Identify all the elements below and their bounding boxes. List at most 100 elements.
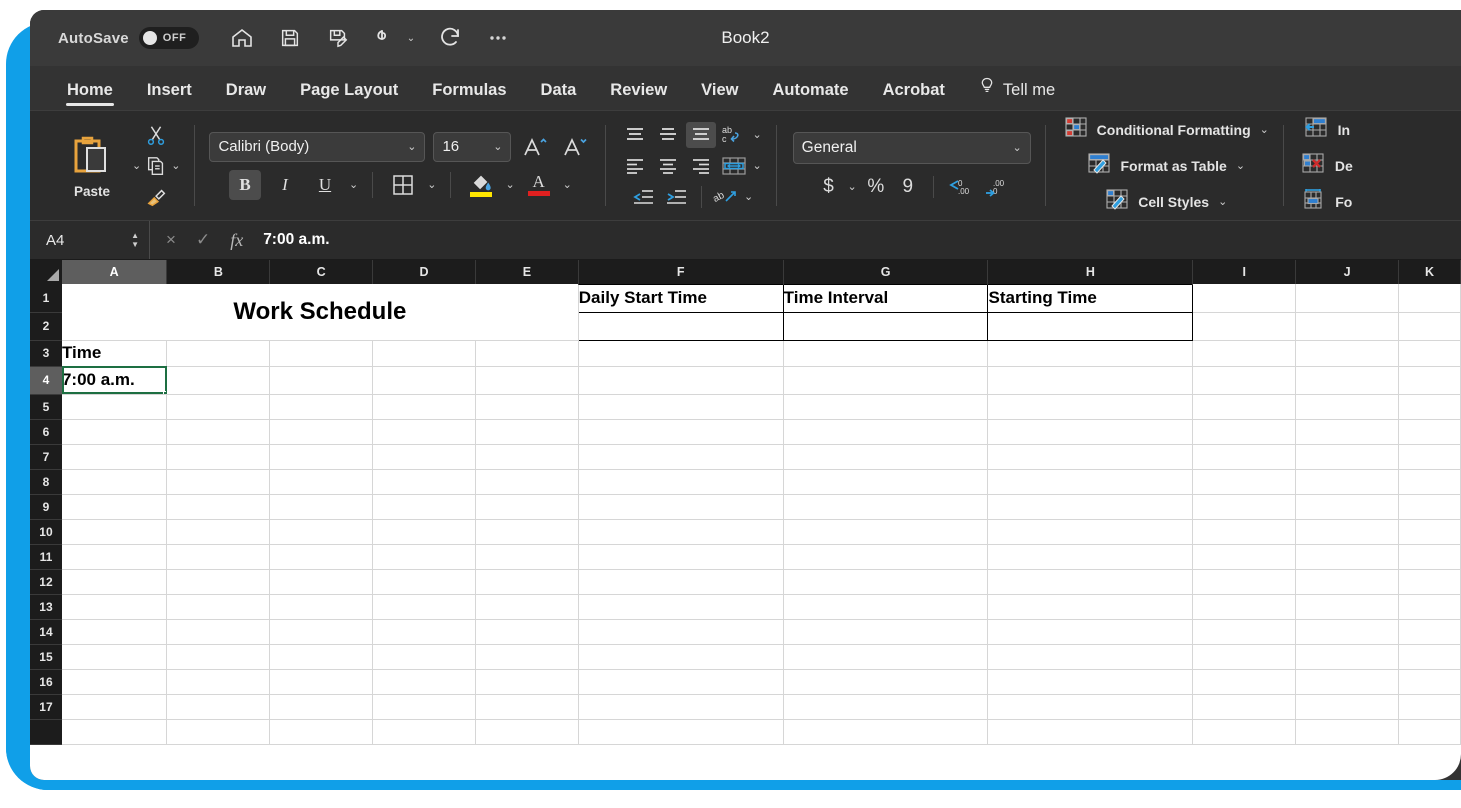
fill-color-dropdown-caret[interactable]: ⌄ [505,178,514,191]
row-header-11[interactable]: 11 [30,544,62,570]
cell-f5[interactable] [578,394,784,420]
cell-e17[interactable] [475,694,579,720]
font-color-button[interactable]: A [523,170,555,200]
cell-g16[interactable] [783,669,989,695]
column-header-j[interactable]: J [1295,260,1399,284]
align-middle-button[interactable] [653,122,683,148]
underline-button[interactable]: U [309,170,341,200]
cell-h15[interactable] [987,644,1194,670]
cell-k17[interactable] [1398,694,1461,720]
cell-b17[interactable] [166,694,271,720]
borders-button[interactable] [387,170,419,200]
cell-e3[interactable] [475,340,579,367]
decrease-indent-button[interactable] [629,184,659,210]
tab-page-layout[interactable]: Page Layout [283,66,415,110]
cell-d10[interactable] [372,519,476,545]
more-options-icon[interactable] [485,25,511,51]
cell-d3[interactable] [372,340,476,367]
cell-f12[interactable] [578,569,784,595]
row-header-4[interactable]: 4 [30,366,62,395]
column-header-b[interactable]: B [166,260,271,284]
cell-k14[interactable] [1398,619,1461,645]
cell-k6[interactable] [1398,419,1461,445]
autosave-toggle[interactable]: AutoSave OFF [58,27,199,49]
cell-i2[interactable] [1192,312,1297,341]
cell-d15[interactable] [372,644,476,670]
cell-g10[interactable] [783,519,989,545]
percent-button[interactable]: % [863,176,889,198]
cell-e11[interactable] [475,544,579,570]
cell-d11[interactable] [372,544,476,570]
cell-f11[interactable] [578,544,784,570]
cell-f2[interactable] [577,311,784,341]
paste-dropdown-caret[interactable]: ⌄ [132,159,141,172]
font-size-combo[interactable]: 16 ⌄ [433,131,512,162]
cell-c6[interactable] [269,419,374,445]
copy-dropdown-caret[interactable]: ⌄ [171,159,180,172]
cell-i7[interactable] [1192,444,1297,470]
cell-e7[interactable] [475,444,579,470]
cell-a13[interactable] [61,594,168,620]
undo-icon[interactable] [373,25,399,51]
cell-e15[interactable] [475,644,579,670]
redo-icon[interactable] [437,25,463,51]
cell-d13[interactable] [372,594,476,620]
home-icon[interactable] [229,25,255,51]
cell-f7[interactable] [578,444,784,470]
align-right-button[interactable] [686,153,716,179]
insert-function-button[interactable]: fx [230,230,243,251]
cell-k9[interactable] [1398,494,1461,520]
align-left-button[interactable] [620,153,650,179]
cell-i8[interactable] [1192,469,1297,495]
format-as-table-caret[interactable]: ⌄ [1236,159,1245,172]
cell-k2[interactable] [1398,312,1461,341]
cell-e16[interactable] [475,669,579,695]
cancel-formula-button[interactable]: × [166,230,176,250]
cell-k10[interactable] [1398,519,1461,545]
column-header-d[interactable]: D [372,260,476,284]
cell-b12[interactable] [166,569,271,595]
row-header-13[interactable]: 13 [30,594,62,620]
cell-i10[interactable] [1192,519,1297,545]
currency-dropdown-caret[interactable]: ⌄ [848,180,857,193]
tab-data[interactable]: Data [524,66,594,110]
row-header-15[interactable]: 15 [30,644,62,670]
cell-g15[interactable] [783,644,989,670]
cell-b10[interactable] [166,519,271,545]
cell-a17[interactable] [61,694,168,720]
bold-button[interactable]: B [229,169,261,200]
cell-h7[interactable] [987,444,1194,470]
cell-h6[interactable] [987,419,1194,445]
cell-a6[interactable] [61,419,168,445]
cell-f16[interactable] [578,669,784,695]
column-header-i[interactable]: I [1192,260,1297,284]
autosave-switch[interactable]: OFF [138,27,199,49]
cell-d4[interactable] [372,366,476,395]
column-header-g[interactable]: G [783,260,989,284]
tab-automate[interactable]: Automate [755,66,865,110]
cell-c13[interactable] [269,594,374,620]
row-header-10[interactable]: 10 [30,519,62,545]
row-header-16[interactable]: 16 [30,669,62,695]
cell-j15[interactable] [1295,644,1399,670]
cell-e18[interactable] [475,719,579,745]
cell-k7[interactable] [1398,444,1461,470]
cut-button[interactable] [145,121,167,149]
cell-i13[interactable] [1192,594,1297,620]
cell-i17[interactable] [1192,694,1297,720]
cell-j7[interactable] [1295,444,1399,470]
cell-f10[interactable] [578,519,784,545]
cell-k13[interactable] [1398,594,1461,620]
cell-b4[interactable] [166,366,271,395]
enter-formula-button[interactable]: ✓ [196,230,210,250]
cell-b8[interactable] [166,469,271,495]
cell-g17[interactable] [783,694,989,720]
align-center-button[interactable] [653,153,683,179]
cell-a15[interactable] [61,644,168,670]
cell-h17[interactable] [987,694,1194,720]
cell-b18[interactable] [166,719,271,745]
fill-color-button[interactable] [465,170,497,200]
cell-c14[interactable] [269,619,374,645]
cell-k18[interactable] [1398,719,1461,745]
cell-b7[interactable] [166,444,271,470]
